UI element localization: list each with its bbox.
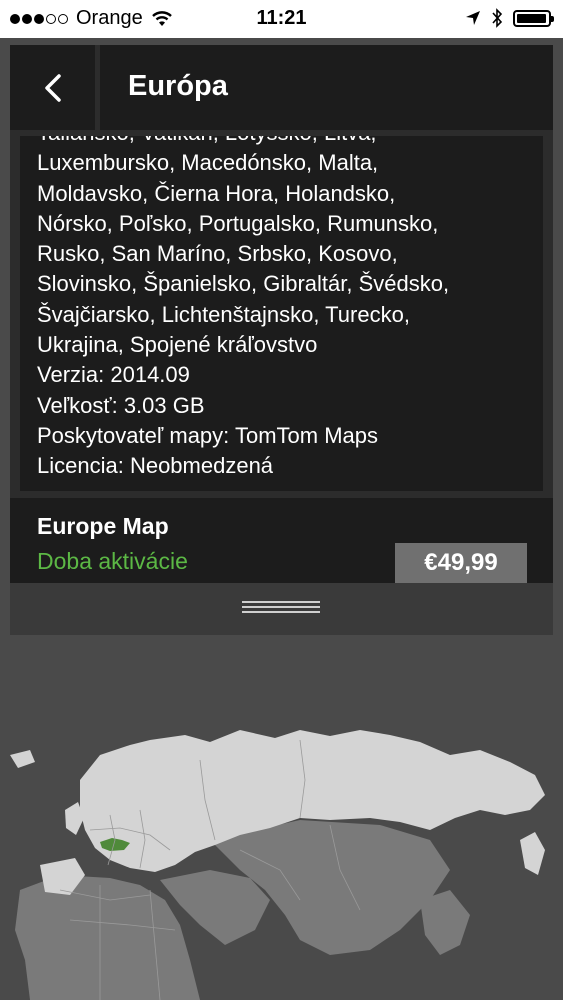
chevron-left-icon [44, 73, 61, 102]
product-row: Europe Map Doba aktivácie €49,99 [10, 498, 553, 583]
description-line: Švajčiarsko, Lichtenštajnsko, Turecko, [37, 301, 410, 327]
header: Európa [10, 45, 553, 130]
size-line: Veľkosť: 3.03 GB [37, 392, 205, 418]
southeast-asia-landmass [420, 890, 470, 955]
description-line: Nórsko, Poľsko, Portugalsko, Rumunsko, [37, 210, 439, 236]
map-detail-panel: Európa Taliansko, Vatikán, Lotyšsko, Lit… [10, 45, 553, 635]
back-button[interactable] [10, 45, 95, 130]
description-line: Moldavsko, Čierna Hora, Holandsko, [37, 180, 396, 206]
activation-period-label: Doba aktivácie [37, 548, 188, 574]
status-right [465, 8, 554, 28]
status-bar: Orange 11:21 [0, 0, 563, 38]
location-arrow-icon [466, 11, 480, 25]
page-title: Európa [128, 70, 228, 102]
provider-line: Poskytovateľ mapy: TomTom Maps [37, 422, 379, 448]
product-name: Europe Map [37, 513, 169, 539]
world-map[interactable] [0, 700, 563, 1000]
drawer-handle-bar[interactable] [10, 583, 553, 635]
description-line: Ukrajina, Spojené kráľovstvo [37, 332, 318, 358]
description-line: Rusko, San Maríno, Srbsko, Kosovo, [37, 241, 398, 267]
buy-price-button[interactable]: €49,99 [395, 543, 527, 583]
bluetooth-icon [492, 8, 503, 28]
title-bar: Európa [100, 45, 553, 130]
license-line: Licencia: Neobmedzená [37, 453, 274, 479]
description-line: Luxembursko, Macedónsko, Malta, [37, 150, 379, 176]
description-text: Taliansko, Vatikán, Lotyšsko, Litva, Lux… [37, 136, 537, 482]
description-line: Taliansko, Vatikán, Lotyšsko, Litva, [37, 136, 537, 148]
version-line: Verzia: 2014.09 [37, 362, 190, 388]
iceland-landmass [10, 750, 35, 768]
description-box[interactable]: Taliansko, Vatikán, Lotyšsko, Litva, Lux… [20, 136, 543, 491]
japan-landmass [520, 832, 545, 875]
description-line: Slovinsko, Španielsko, Gibraltár, Švédsk… [37, 271, 450, 297]
battery-icon [513, 9, 554, 27]
drag-handle-icon[interactable] [242, 601, 320, 615]
